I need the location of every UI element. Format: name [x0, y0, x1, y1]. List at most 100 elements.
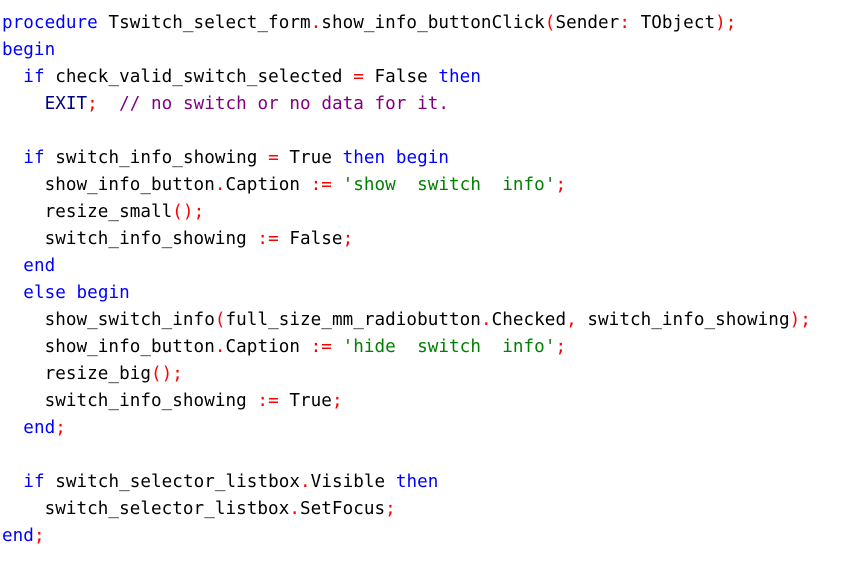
- string-literal: 'hide switch info': [342, 337, 556, 357]
- identifier: Caption: [225, 337, 311, 357]
- identifier: False: [278, 229, 343, 249]
- identifier: [2, 94, 45, 114]
- identifier: resize_small: [2, 202, 173, 222]
- symbol: :=: [257, 391, 279, 411]
- string-literal: 'show switch info': [342, 175, 556, 195]
- identifier: resize_big: [2, 364, 151, 384]
- identifier: True: [278, 148, 343, 168]
- keyword: then: [395, 472, 439, 492]
- keyword: end: [2, 526, 34, 546]
- symbol: .: [480, 310, 492, 330]
- keyword: else: [23, 283, 66, 303]
- identifier: switch_info_showing: [44, 148, 269, 168]
- code-line: switch_selector_listbox.SetFocus;: [2, 496, 811, 523]
- identifier: Checked: [491, 310, 567, 330]
- identifier: [2, 67, 23, 87]
- keyword: end: [23, 418, 56, 438]
- symbol: :=: [257, 229, 279, 249]
- identifier: [385, 148, 396, 168]
- identifier: [2, 148, 23, 168]
- code-line: end;: [2, 415, 811, 442]
- symbol: .: [214, 175, 226, 195]
- symbol: ,: [566, 310, 577, 330]
- identifier: TObject: [629, 13, 716, 33]
- symbol: =: [353, 67, 364, 87]
- symbol: ;: [331, 391, 343, 411]
- symbol: .: [289, 499, 300, 519]
- symbol: ();: [151, 364, 183, 384]
- symbol: ;: [342, 229, 354, 249]
- symbol: :: [619, 13, 630, 33]
- symbol: );: [715, 13, 737, 33]
- keyword: if: [23, 67, 45, 87]
- identifier: Visible: [310, 472, 396, 492]
- code-line: if check_valid_switch_selected = False t…: [2, 64, 811, 91]
- identifier: switch_selector_listbox: [44, 472, 301, 492]
- symbol: );: [789, 310, 811, 330]
- code-line: switch_info_showing := False;: [2, 226, 811, 253]
- symbol: (: [214, 310, 226, 330]
- code-line: switch_info_showing := True;: [2, 388, 811, 415]
- identifier: switch_info_showing: [2, 391, 258, 411]
- keyword: then: [438, 67, 481, 87]
- symbol: (: [544, 13, 556, 33]
- keyword: if: [23, 472, 45, 492]
- identifier: show_info_button: [2, 337, 215, 357]
- code-line: else begin: [2, 280, 811, 307]
- keyword: then: [342, 148, 386, 168]
- code-line: if switch_selector_listbox.Visible then: [2, 469, 811, 496]
- comment: // no switch or no data for it.: [119, 94, 450, 114]
- identifier: full_size_mm_radiobutton: [225, 310, 481, 330]
- code-line: procedure Tswitch_select_form.show_info_…: [2, 10, 811, 37]
- identifier: [66, 283, 77, 303]
- identifier: Tswitch_select_form: [97, 13, 311, 33]
- code-line: resize_big();: [2, 361, 811, 388]
- symbol: :=: [310, 175, 332, 195]
- code-line: end;: [2, 523, 811, 550]
- code-line: show_info_button.Caption := 'show switch…: [2, 172, 811, 199]
- identifier: [2, 472, 23, 492]
- code-line: begin: [2, 37, 811, 64]
- code-line: show_info_button.Caption := 'hide switch…: [2, 334, 811, 361]
- code-line: EXIT; // no switch or no data for it.: [2, 91, 811, 118]
- identifier: [2, 418, 23, 438]
- keyword: end: [23, 256, 56, 276]
- keyword: begin: [2, 40, 56, 60]
- keyword: begin: [395, 148, 450, 168]
- identifier: switch_info_showing: [2, 229, 258, 249]
- symbol: :=: [310, 337, 332, 357]
- identifier: False: [363, 67, 439, 87]
- symbol: ;: [55, 418, 66, 438]
- keyword: if: [23, 148, 45, 168]
- symbol: ;: [555, 175, 567, 195]
- identifier: show_switch_info: [2, 310, 215, 330]
- identifier: [332, 175, 343, 195]
- code-line: resize_small();: [2, 199, 811, 226]
- keyword: begin: [76, 283, 130, 303]
- symbol: ;: [385, 499, 396, 519]
- symbol: ;: [33, 526, 45, 546]
- symbol: =: [268, 148, 279, 168]
- identifier: [2, 283, 23, 303]
- symbol: ();: [172, 202, 205, 222]
- symbol: .: [300, 472, 311, 492]
- identifier: SetFocus: [300, 499, 386, 519]
- identifier: switch_selector_listbox: [2, 499, 290, 519]
- symbol: .: [310, 13, 322, 33]
- identifier: Caption: [225, 175, 311, 195]
- symbol: .: [214, 337, 226, 357]
- code-view: procedure Tswitch_select_form.show_info_…: [2, 10, 811, 550]
- identifier: True: [278, 391, 332, 411]
- identifier: Sender: [555, 13, 620, 33]
- identifier: show_info_buttonClick: [321, 13, 545, 33]
- symbol: ;: [555, 337, 567, 357]
- identifier: switch_info_showing: [576, 310, 790, 330]
- identifier: [98, 94, 119, 114]
- identifier: show_info_button: [2, 175, 215, 195]
- code-line: show_switch_info(full_size_mm_radiobutto…: [2, 307, 811, 334]
- identifier: [2, 256, 23, 276]
- identifier: [332, 337, 343, 357]
- identifier: check_valid_switch_selected: [44, 67, 354, 87]
